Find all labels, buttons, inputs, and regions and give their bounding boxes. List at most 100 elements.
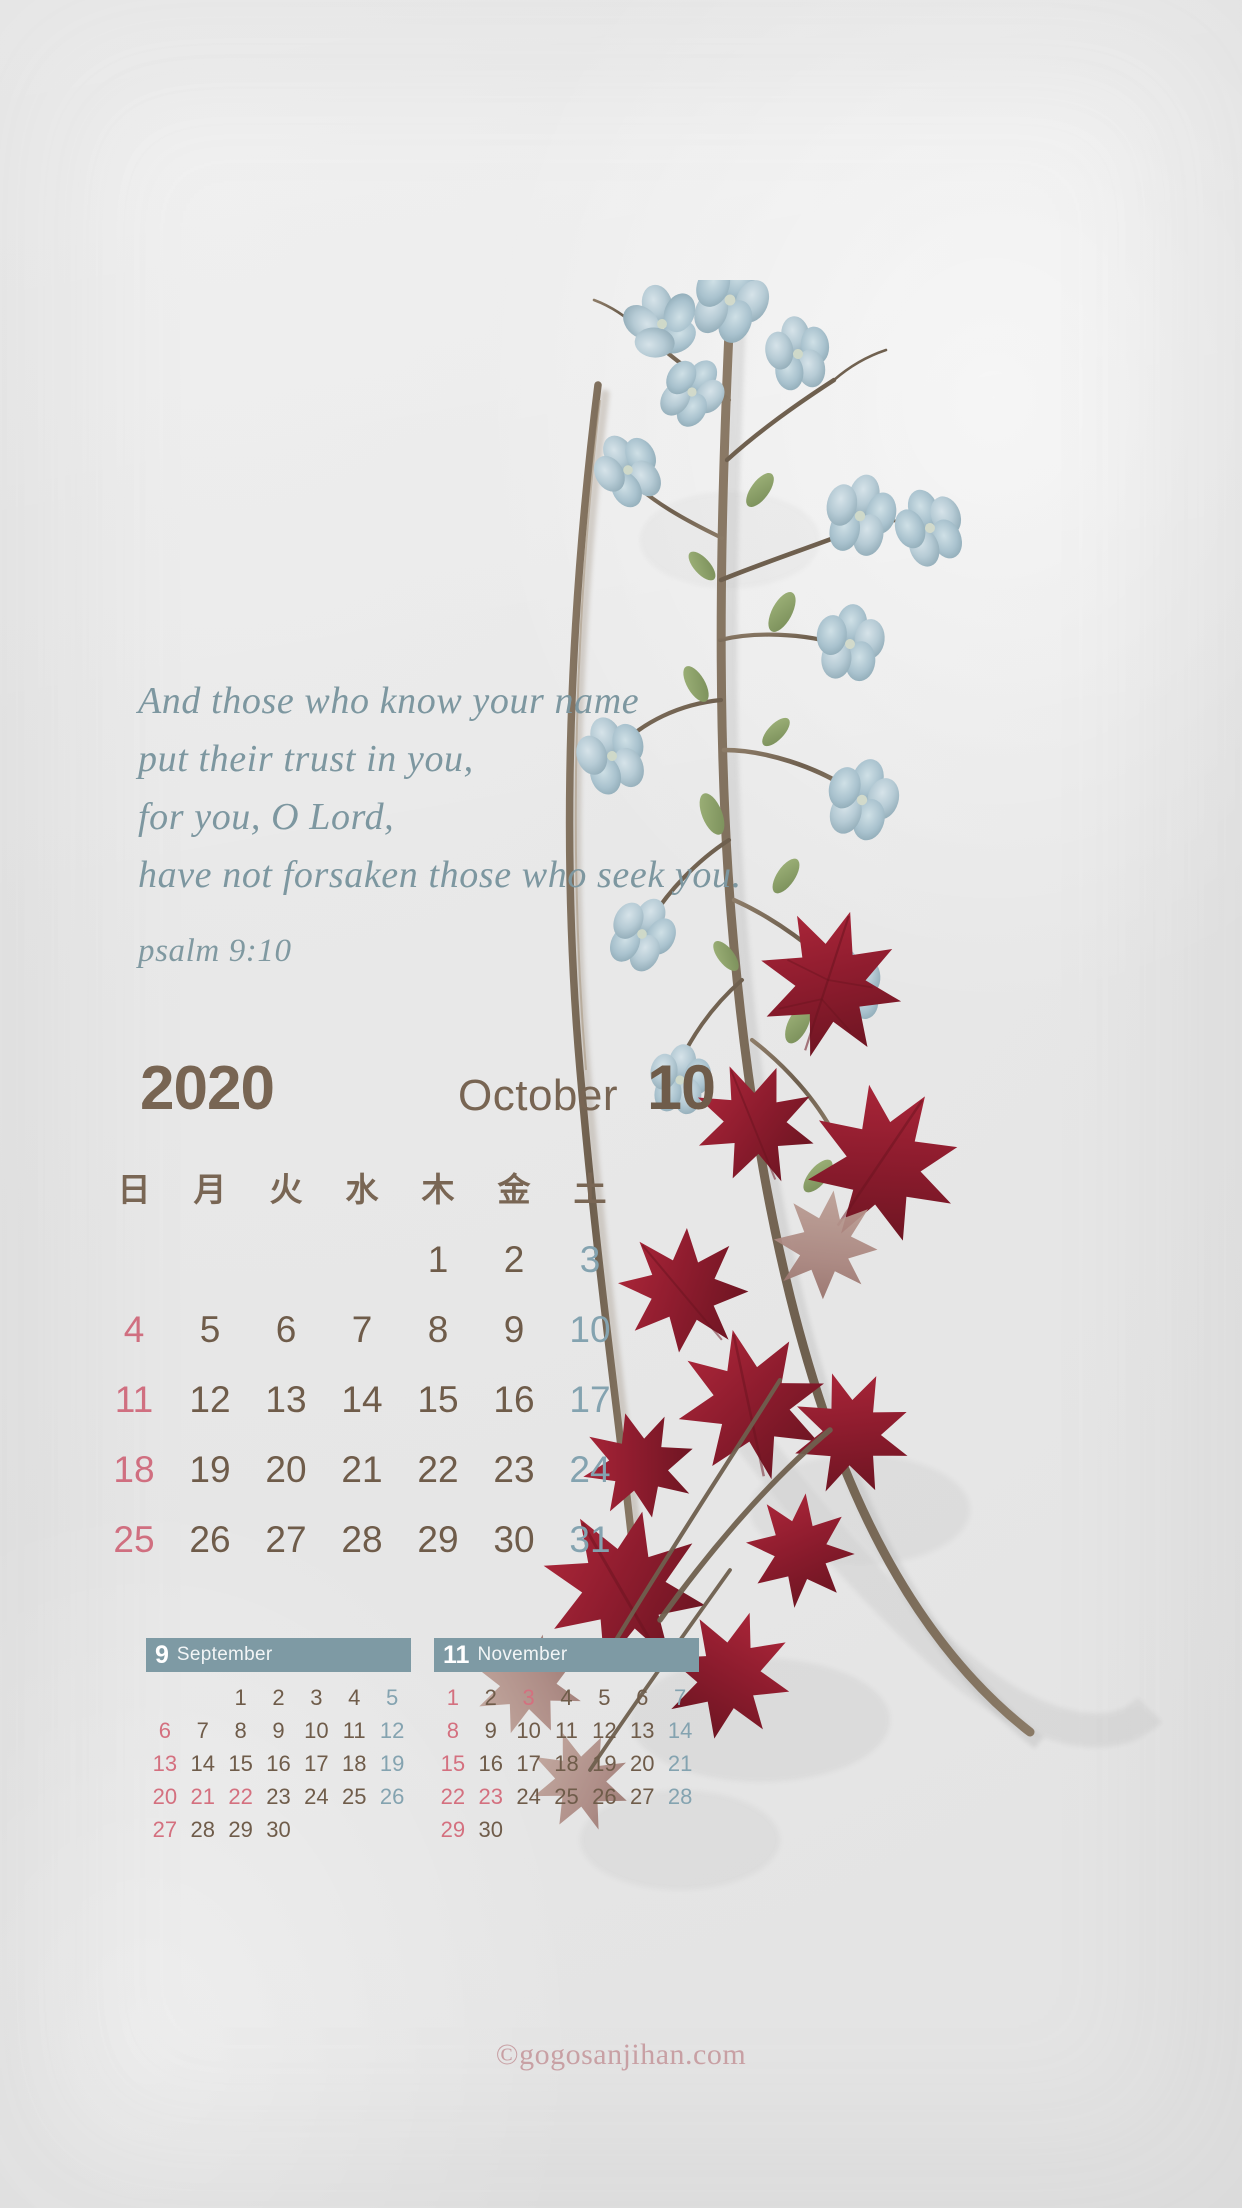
calendar-day-14[interactable]: 14 [324, 1365, 400, 1435]
mini-day-16[interactable]: 16 [260, 1749, 298, 1779]
mini-day-26[interactable]: 26 [373, 1782, 411, 1812]
calendar-day-10[interactable]: 10 [552, 1295, 628, 1365]
mini-calendar-next[interactable]: 11 November 1 2 3 4 5 6 7 8 9 10 11 12 13 14 15 16 17 18 19 2… [434, 1638, 699, 1845]
mini-month-name: September [176, 1644, 273, 1665]
mini-day-30[interactable]: 30 [472, 1815, 510, 1845]
mini-day-12[interactable]: 12 [585, 1716, 623, 1746]
calendar-day-8[interactable]: 8 [400, 1295, 476, 1365]
mini-day-5[interactable]: 5 [373, 1683, 411, 1713]
calendar-day-20[interactable]: 20 [248, 1435, 324, 1505]
calendar-day-empty [172, 1225, 248, 1295]
calendar-day-12[interactable]: 12 [172, 1365, 248, 1435]
mini-day-13[interactable]: 13 [146, 1749, 184, 1779]
mini-day-9[interactable]: 9 [472, 1716, 510, 1746]
calendar-day-16[interactable]: 16 [476, 1365, 552, 1435]
mini-day-4[interactable]: 4 [335, 1683, 373, 1713]
calendar-day-23[interactable]: 23 [476, 1435, 552, 1505]
calendar-day-19[interactable]: 19 [172, 1435, 248, 1505]
mini-day-10[interactable]: 10 [510, 1716, 548, 1746]
mini-calendar-grid: 1 2 3 4 5 6 7 8 9 10 11 12 13 14 15 16 17 18 19 20 21 22 23 24 2… [146, 1683, 411, 1845]
mini-day-27[interactable]: 27 [623, 1782, 661, 1812]
mini-day-22[interactable]: 22 [434, 1782, 472, 1812]
mini-day-5[interactable]: 5 [585, 1683, 623, 1713]
mini-calendar-previous[interactable]: 9 September 1 2 3 4 5 6 7 8 9 10 11 12 13 14 15 16 17 18 19 2… [146, 1638, 411, 1845]
mini-day-1[interactable]: 1 [434, 1683, 472, 1713]
mini-day-17[interactable]: 17 [510, 1749, 548, 1779]
mini-day-3[interactable]: 3 [297, 1683, 335, 1713]
mini-day-30[interactable]: 30 [260, 1815, 298, 1845]
calendar-day-17[interactable]: 17 [552, 1365, 628, 1435]
calendar-day-11[interactable]: 11 [96, 1365, 172, 1435]
calendar-day-13[interactable]: 13 [248, 1365, 324, 1435]
mini-day-27[interactable]: 27 [146, 1815, 184, 1845]
mini-day-23[interactable]: 23 [260, 1782, 298, 1812]
mini-day-21[interactable]: 21 [661, 1749, 699, 1779]
calendar-day-21[interactable]: 21 [324, 1435, 400, 1505]
mini-day-6[interactable]: 6 [146, 1716, 184, 1746]
calendar-day-3[interactable]: 3 [552, 1225, 628, 1295]
mini-day-23[interactable]: 23 [472, 1782, 510, 1812]
calendar-day-29[interactable]: 29 [400, 1505, 476, 1575]
mini-day-2[interactable]: 2 [260, 1683, 298, 1713]
mini-day-9[interactable]: 9 [260, 1716, 298, 1746]
mini-day-15[interactable]: 15 [222, 1749, 260, 1779]
mini-day-14[interactable]: 14 [184, 1749, 222, 1779]
mini-day-13[interactable]: 13 [623, 1716, 661, 1746]
mini-day-19[interactable]: 19 [373, 1749, 411, 1779]
mini-day-1[interactable]: 1 [222, 1683, 260, 1713]
mini-day-22[interactable]: 22 [222, 1782, 260, 1812]
mini-day-16[interactable]: 16 [472, 1749, 510, 1779]
mini-day-18[interactable]: 18 [335, 1749, 373, 1779]
calendar-day-2[interactable]: 2 [476, 1225, 552, 1295]
calendar-day-28[interactable]: 28 [324, 1505, 400, 1575]
mini-day-11[interactable]: 11 [548, 1716, 586, 1746]
calendar-day-6[interactable]: 6 [248, 1295, 324, 1365]
mini-day-25[interactable]: 25 [335, 1782, 373, 1812]
mini-day-17[interactable]: 17 [297, 1749, 335, 1779]
mini-day-8[interactable]: 8 [434, 1716, 472, 1746]
mini-day-empty [548, 1815, 586, 1845]
mini-day-29[interactable]: 29 [222, 1815, 260, 1845]
mini-day-14[interactable]: 14 [661, 1716, 699, 1746]
mini-day-11[interactable]: 11 [335, 1716, 373, 1746]
mini-day-20[interactable]: 20 [623, 1749, 661, 1779]
mini-day-28[interactable]: 28 [184, 1815, 222, 1845]
calendar-day-4[interactable]: 4 [96, 1295, 172, 1365]
mini-day-15[interactable]: 15 [434, 1749, 472, 1779]
mini-day-19[interactable]: 19 [585, 1749, 623, 1779]
mini-day-29[interactable]: 29 [434, 1815, 472, 1845]
calendar-day-31[interactable]: 31 [552, 1505, 628, 1575]
mini-day-24[interactable]: 24 [510, 1782, 548, 1812]
calendar-day-1[interactable]: 1 [400, 1225, 476, 1295]
mini-day-4[interactable]: 4 [548, 1683, 586, 1713]
calendar-day-5[interactable]: 5 [172, 1295, 248, 1365]
mini-day-21[interactable]: 21 [184, 1782, 222, 1812]
calendar-day-18[interactable]: 18 [96, 1435, 172, 1505]
calendar-day-26[interactable]: 26 [172, 1505, 248, 1575]
mini-day-7[interactable]: 7 [184, 1716, 222, 1746]
calendar-day-15[interactable]: 15 [400, 1365, 476, 1435]
mini-day-24[interactable]: 24 [297, 1782, 335, 1812]
calendar-day-30[interactable]: 30 [476, 1505, 552, 1575]
mini-day-3[interactable]: 3 [510, 1683, 548, 1713]
calendar-day-25[interactable]: 25 [96, 1505, 172, 1575]
calendar-day-7[interactable]: 7 [324, 1295, 400, 1365]
mini-day-12[interactable]: 12 [373, 1716, 411, 1746]
mini-day-10[interactable]: 10 [297, 1716, 335, 1746]
calendar-day-9[interactable]: 9 [476, 1295, 552, 1365]
mini-day-6[interactable]: 6 [623, 1683, 661, 1713]
calendar-day-24[interactable]: 24 [552, 1435, 628, 1505]
mini-day-18[interactable]: 18 [548, 1749, 586, 1779]
mini-day-8[interactable]: 8 [222, 1716, 260, 1746]
mini-day-25[interactable]: 25 [548, 1782, 586, 1812]
mini-day-empty [510, 1815, 548, 1845]
mini-day-7[interactable]: 7 [661, 1683, 699, 1713]
mini-day-28[interactable]: 28 [661, 1782, 699, 1812]
weekday-header-1: 月 [193, 1170, 227, 1209]
calendar-day-27[interactable]: 27 [248, 1505, 324, 1575]
mini-day-2[interactable]: 2 [472, 1683, 510, 1713]
mini-day-26[interactable]: 26 [585, 1782, 623, 1812]
calendar-header: 2020 October 10 [140, 1057, 716, 1132]
calendar-day-22[interactable]: 22 [400, 1435, 476, 1505]
mini-day-20[interactable]: 20 [146, 1782, 184, 1812]
